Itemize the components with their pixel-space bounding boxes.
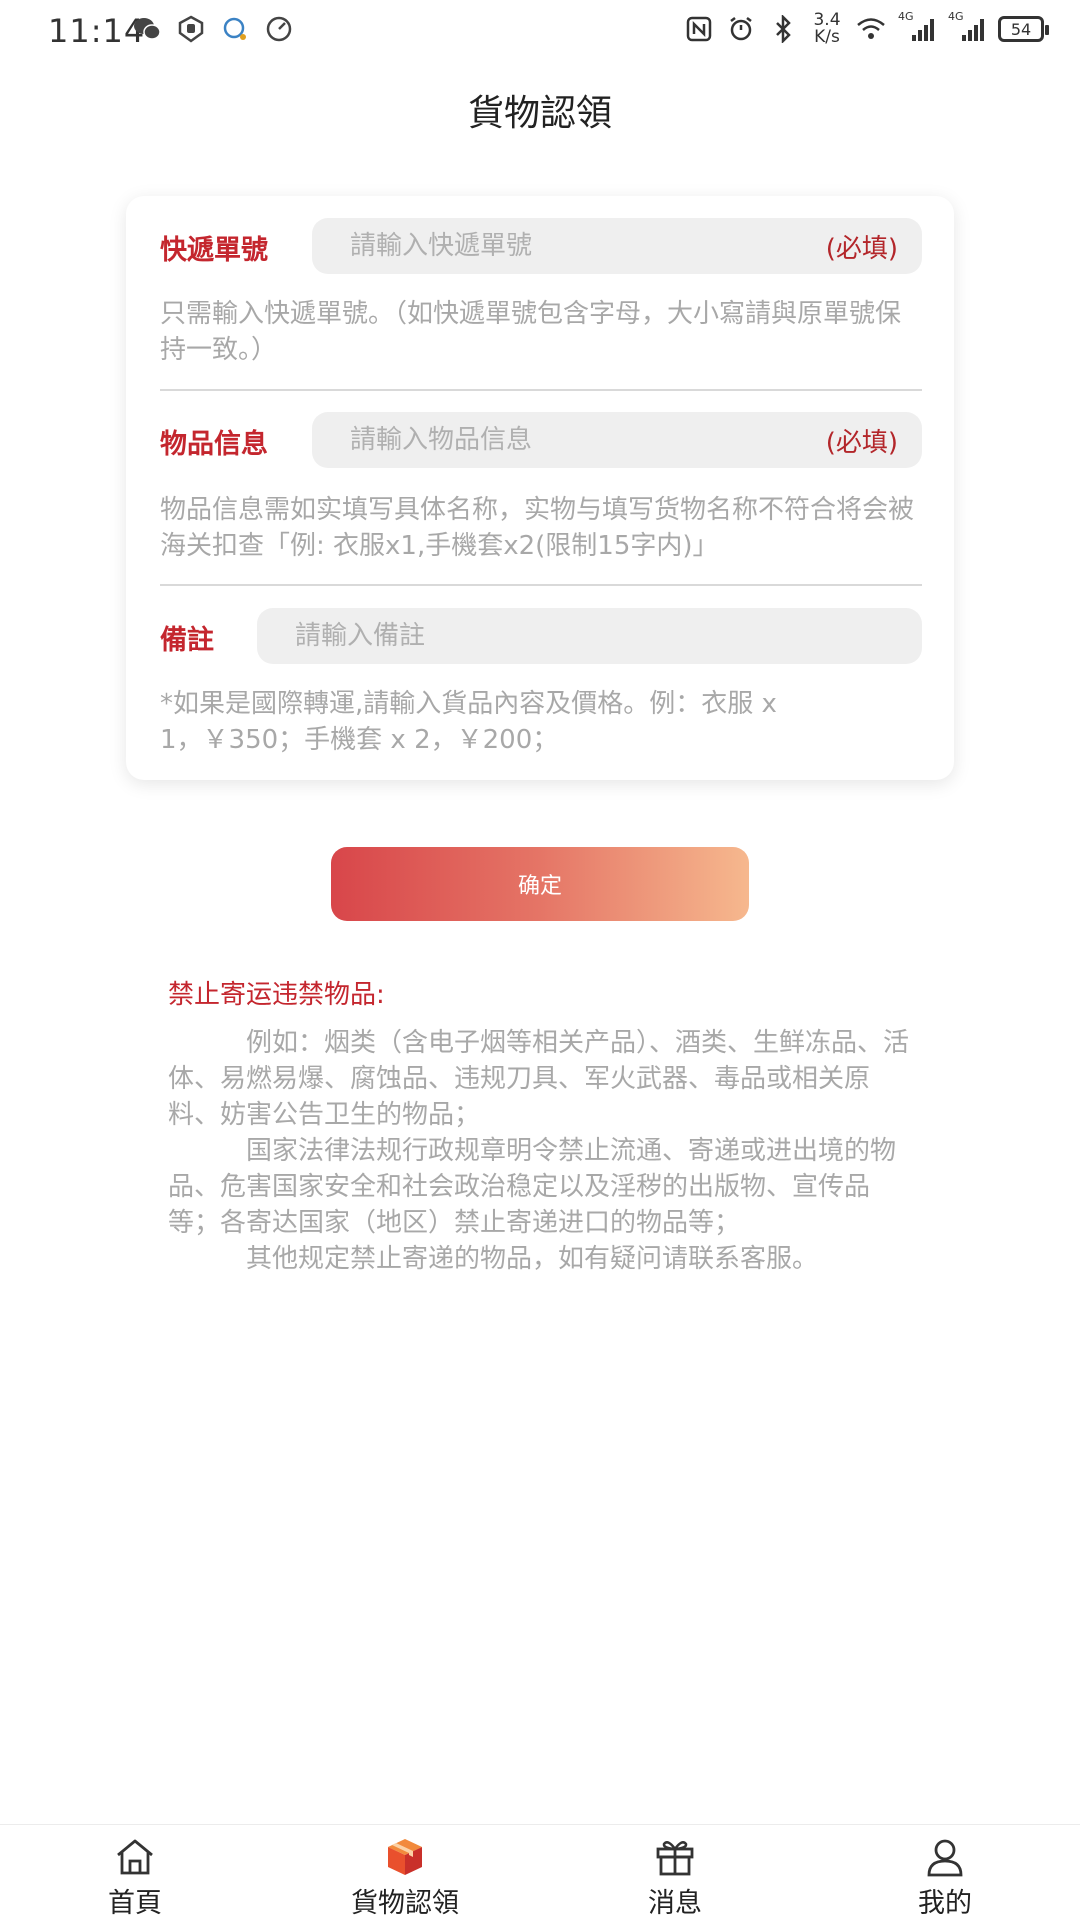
tracking-hint: 只需輸入快遞單號。（如快遞單號包含字母，大小寫請與原單號保持一致。）	[160, 299, 902, 365]
prohibited-items-section: 禁止寄运违禁物品: 例如：烟类（含电子烟等相关产品）、酒类、生鲜冻品、活体、易燃…	[168, 974, 912, 1277]
notification-icons	[132, 14, 294, 44]
system-icons: 3.4 K/s 4G 4G 54	[684, 10, 1049, 46]
hand-shield-icon	[176, 14, 206, 44]
nav-label: 首頁	[108, 1888, 162, 1919]
tracking-row: 快遞單號 (必填) 只需輸入快遞單號。（如快遞單號包含字母，大小寫請與原單號保持…	[160, 218, 922, 365]
nav-label: 消息	[648, 1888, 702, 1919]
battery-icon: 54	[998, 16, 1049, 42]
nfc-icon	[684, 14, 714, 44]
wifi-icon	[856, 14, 886, 44]
cell-signal-icon: 4G	[898, 10, 936, 44]
prohibited-paragraph: 例如：烟类（含电子烟等相关产品）、酒类、生鲜冻品、活体、易燃易爆、腐蚀品、违规刀…	[168, 1028, 910, 1130]
nav-label: 貨物認領	[351, 1888, 459, 1919]
claim-form-card: 快遞單號 (必填) 只需輸入快遞單號。（如快遞單號包含字母，大小寫請與原單號保持…	[126, 196, 954, 780]
prohibited-paragraph: 国家法律法规行政规章明令禁止流通、寄递或进出境的物品、危害国家安全和社会政治稳定…	[168, 1136, 897, 1238]
item-input[interactable]	[348, 424, 826, 456]
status-bar: 11:14 3.4 K/s 4G 4G 54	[0, 0, 1080, 64]
divider	[160, 584, 922, 586]
confirm-button[interactable]: 确定	[331, 847, 749, 921]
tracking-required-badge: (必填)	[825, 233, 898, 264]
nav-item-profile[interactable]: 我的	[810, 1825, 1080, 1921]
nav-item-messages[interactable]: 消息	[540, 1825, 810, 1921]
note-hint: *如果是國際轉運,請輸入貨品內容及價格。例：衣服 x 1，￥350；手機套 x …	[160, 689, 777, 755]
nav-label: 我的	[918, 1888, 972, 1919]
item-label: 物品信息	[160, 429, 268, 460]
cell-signal-icon: 4G	[948, 10, 986, 44]
signal-label: 4G	[898, 10, 914, 23]
chat-bubble-icon	[220, 14, 250, 44]
tracking-input[interactable]	[348, 230, 826, 262]
note-row: 備註 *如果是國際轉運,請輸入貨品內容及價格。例：衣服 x 1，￥350；手機套…	[160, 608, 922, 758]
note-field[interactable]	[257, 608, 922, 664]
wechat-icon	[132, 14, 162, 44]
tracking-label: 快遞單號	[160, 235, 268, 266]
item-required-badge: (必填)	[825, 427, 898, 458]
package-icon	[383, 1835, 427, 1879]
bluetooth-icon	[768, 14, 798, 44]
net-speed-unit: K/s	[814, 27, 840, 47]
home-icon	[113, 1835, 157, 1879]
note-label: 備註	[160, 625, 214, 656]
page-title: 貨物認領	[467, 93, 612, 134]
gift-icon	[653, 1835, 697, 1879]
net-speed: 3.4 K/s	[810, 12, 844, 46]
status-time: 11:14	[48, 12, 146, 50]
user-icon	[923, 1835, 967, 1879]
battery-level: 54	[1010, 19, 1032, 39]
item-hint: 物品信息需如实填写具体名称，实物与填写货物名称不符合将会被海关扣查「例: 衣服x…	[160, 495, 915, 561]
item-field[interactable]: (必填)	[312, 412, 922, 468]
note-input[interactable]	[293, 620, 898, 652]
bottom-nav: 首頁 貨物認領 消息 我的	[0, 1824, 1080, 1921]
nav-item-home[interactable]: 首頁	[0, 1825, 270, 1921]
prohibited-paragraph: 其他规定禁止寄递的物品，如有疑问请联系客服。	[246, 1244, 819, 1274]
divider	[160, 389, 922, 391]
prohibited-title: 禁止寄运违禁物品:	[168, 980, 385, 1010]
tracking-field[interactable]: (必填)	[312, 218, 922, 274]
item-row: 物品信息 (必填) 物品信息需如实填写具体名称，实物与填写货物名称不符合将会被海…	[160, 412, 922, 561]
speedometer-icon	[264, 14, 294, 44]
nav-item-claim[interactable]: 貨物認領	[270, 1825, 540, 1921]
signal-label: 4G	[948, 10, 964, 23]
alarm-icon	[726, 14, 756, 44]
